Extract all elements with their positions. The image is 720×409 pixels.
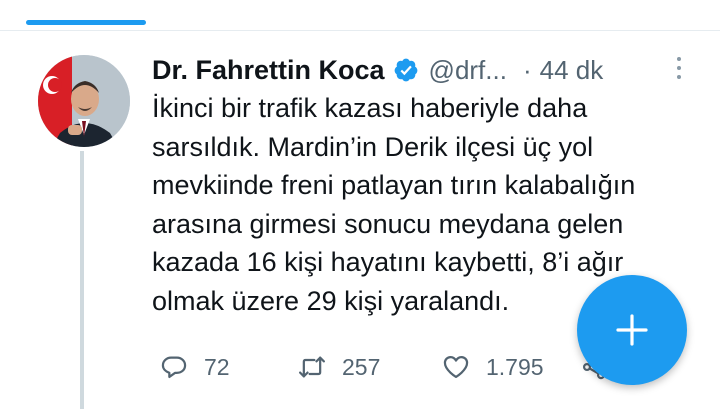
retweet-icon — [298, 353, 326, 381]
retweet-button[interactable]: 257 — [298, 350, 380, 384]
like-button[interactable]: 1.795 — [442, 350, 544, 384]
compose-tweet-button[interactable] — [577, 275, 687, 385]
tab-active-indicator — [26, 20, 146, 25]
meta-separator: · — [522, 54, 532, 85]
tweet-header: Dr. Fahrettin Koca @drf... · 44 dk — [152, 51, 692, 89]
reply-button[interactable]: 72 — [160, 350, 230, 384]
tweet-text-line: arasına girmesi sonucu meydana gelen — [152, 208, 624, 239]
plus-icon — [612, 310, 652, 350]
verified-badge-icon — [393, 57, 419, 83]
tweet-text-line: İkinci bir trafik kazası haberiyle daha — [152, 93, 588, 123]
avatar[interactable] — [38, 55, 130, 147]
author-display-name[interactable]: Dr. Fahrettin Koca — [152, 55, 385, 86]
author-handle[interactable]: @drf... — [429, 55, 507, 86]
reply-icon — [160, 353, 188, 381]
heart-icon — [442, 353, 470, 381]
thread-line — [80, 151, 84, 409]
retweet-count: 257 — [342, 353, 381, 380]
top-divider — [0, 30, 720, 31]
tweet-text-line: sarsıldık. Mardin’in Derik ilçesi üç yol — [152, 131, 594, 162]
like-count: 1.795 — [486, 353, 544, 380]
tweet-timestamp[interactable]: 44 dk — [540, 55, 604, 86]
tweet-text-line: kazada 16 kişi hayatını kaybetti, 8’i ağ… — [152, 247, 624, 277]
reply-count: 72 — [204, 353, 230, 380]
tweet-text-line: mevkiinde freni patlayan tırın kalabalığ… — [152, 170, 636, 200]
more-options-icon[interactable] — [672, 55, 686, 81]
